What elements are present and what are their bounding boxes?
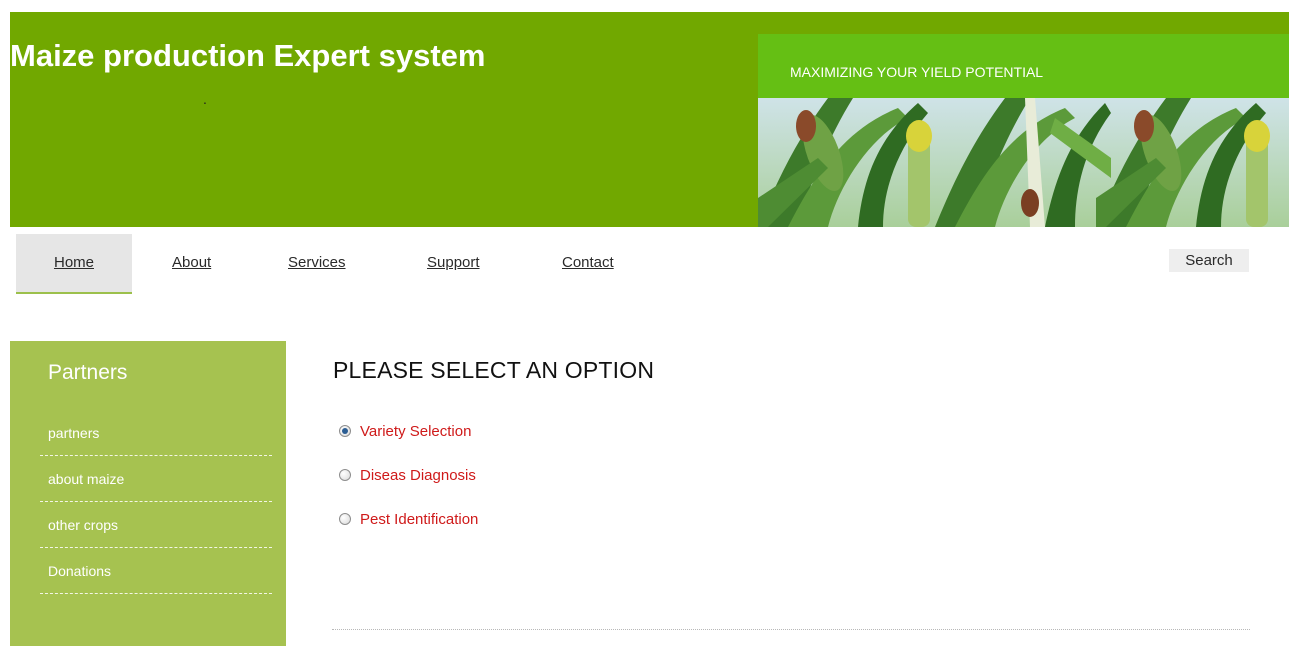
variety-selection-radio[interactable] — [339, 425, 351, 437]
nav-support-link[interactable]: Support — [427, 234, 480, 292]
nav-about-link[interactable]: About — [172, 234, 211, 292]
site-title: Maize production Expert system — [10, 38, 486, 73]
partners-sidebar: Partners partners about maize other crop… — [10, 341, 286, 646]
title-dot: . — [203, 91, 207, 107]
option-variety-selection[interactable]: Variety Selection — [339, 421, 471, 441]
sidebar-list: partners about maize other crops Donatio… — [40, 410, 272, 594]
diseas-diagnosis-radio[interactable] — [339, 469, 351, 481]
tagline-band: MAXIMIZING YOUR YIELD POTENTIAL — [758, 34, 1289, 98]
sidebar-item-other-crops[interactable]: other crops — [40, 502, 272, 548]
nav-home-link[interactable]: Home — [16, 234, 132, 294]
sidebar-title: Partners — [48, 361, 128, 384]
site-header: Maize production Expert system . MAXIMIZ… — [10, 12, 1289, 227]
option-diseas-diagnosis[interactable]: Diseas Diagnosis — [339, 465, 476, 485]
corn-banner-image — [758, 98, 1289, 227]
pest-identification-radio[interactable] — [339, 513, 351, 525]
sidebar-item-about-maize[interactable]: about maize — [40, 456, 272, 502]
option-label[interactable]: Diseas Diagnosis — [360, 467, 476, 484]
tagline: MAXIMIZING YOUR YIELD POTENTIAL — [790, 64, 1044, 80]
search-button[interactable]: Search — [1169, 249, 1249, 272]
nav-contact-link[interactable]: Contact — [562, 234, 614, 292]
content-divider — [332, 629, 1250, 630]
corn-banner-illustration — [758, 98, 1289, 227]
nav-services-link[interactable]: Services — [288, 234, 346, 292]
sidebar-item-partners[interactable]: partners — [40, 410, 272, 456]
page-heading: PLEASE SELECT AN OPTION — [333, 357, 655, 383]
sidebar-item-donations[interactable]: Donations — [40, 548, 272, 594]
option-label[interactable]: Variety Selection — [360, 423, 471, 440]
main-nav: Home About Services Support Contact Sear… — [16, 234, 1266, 294]
option-label[interactable]: Pest Identification — [360, 511, 478, 528]
option-pest-identification[interactable]: Pest Identification — [339, 509, 478, 529]
